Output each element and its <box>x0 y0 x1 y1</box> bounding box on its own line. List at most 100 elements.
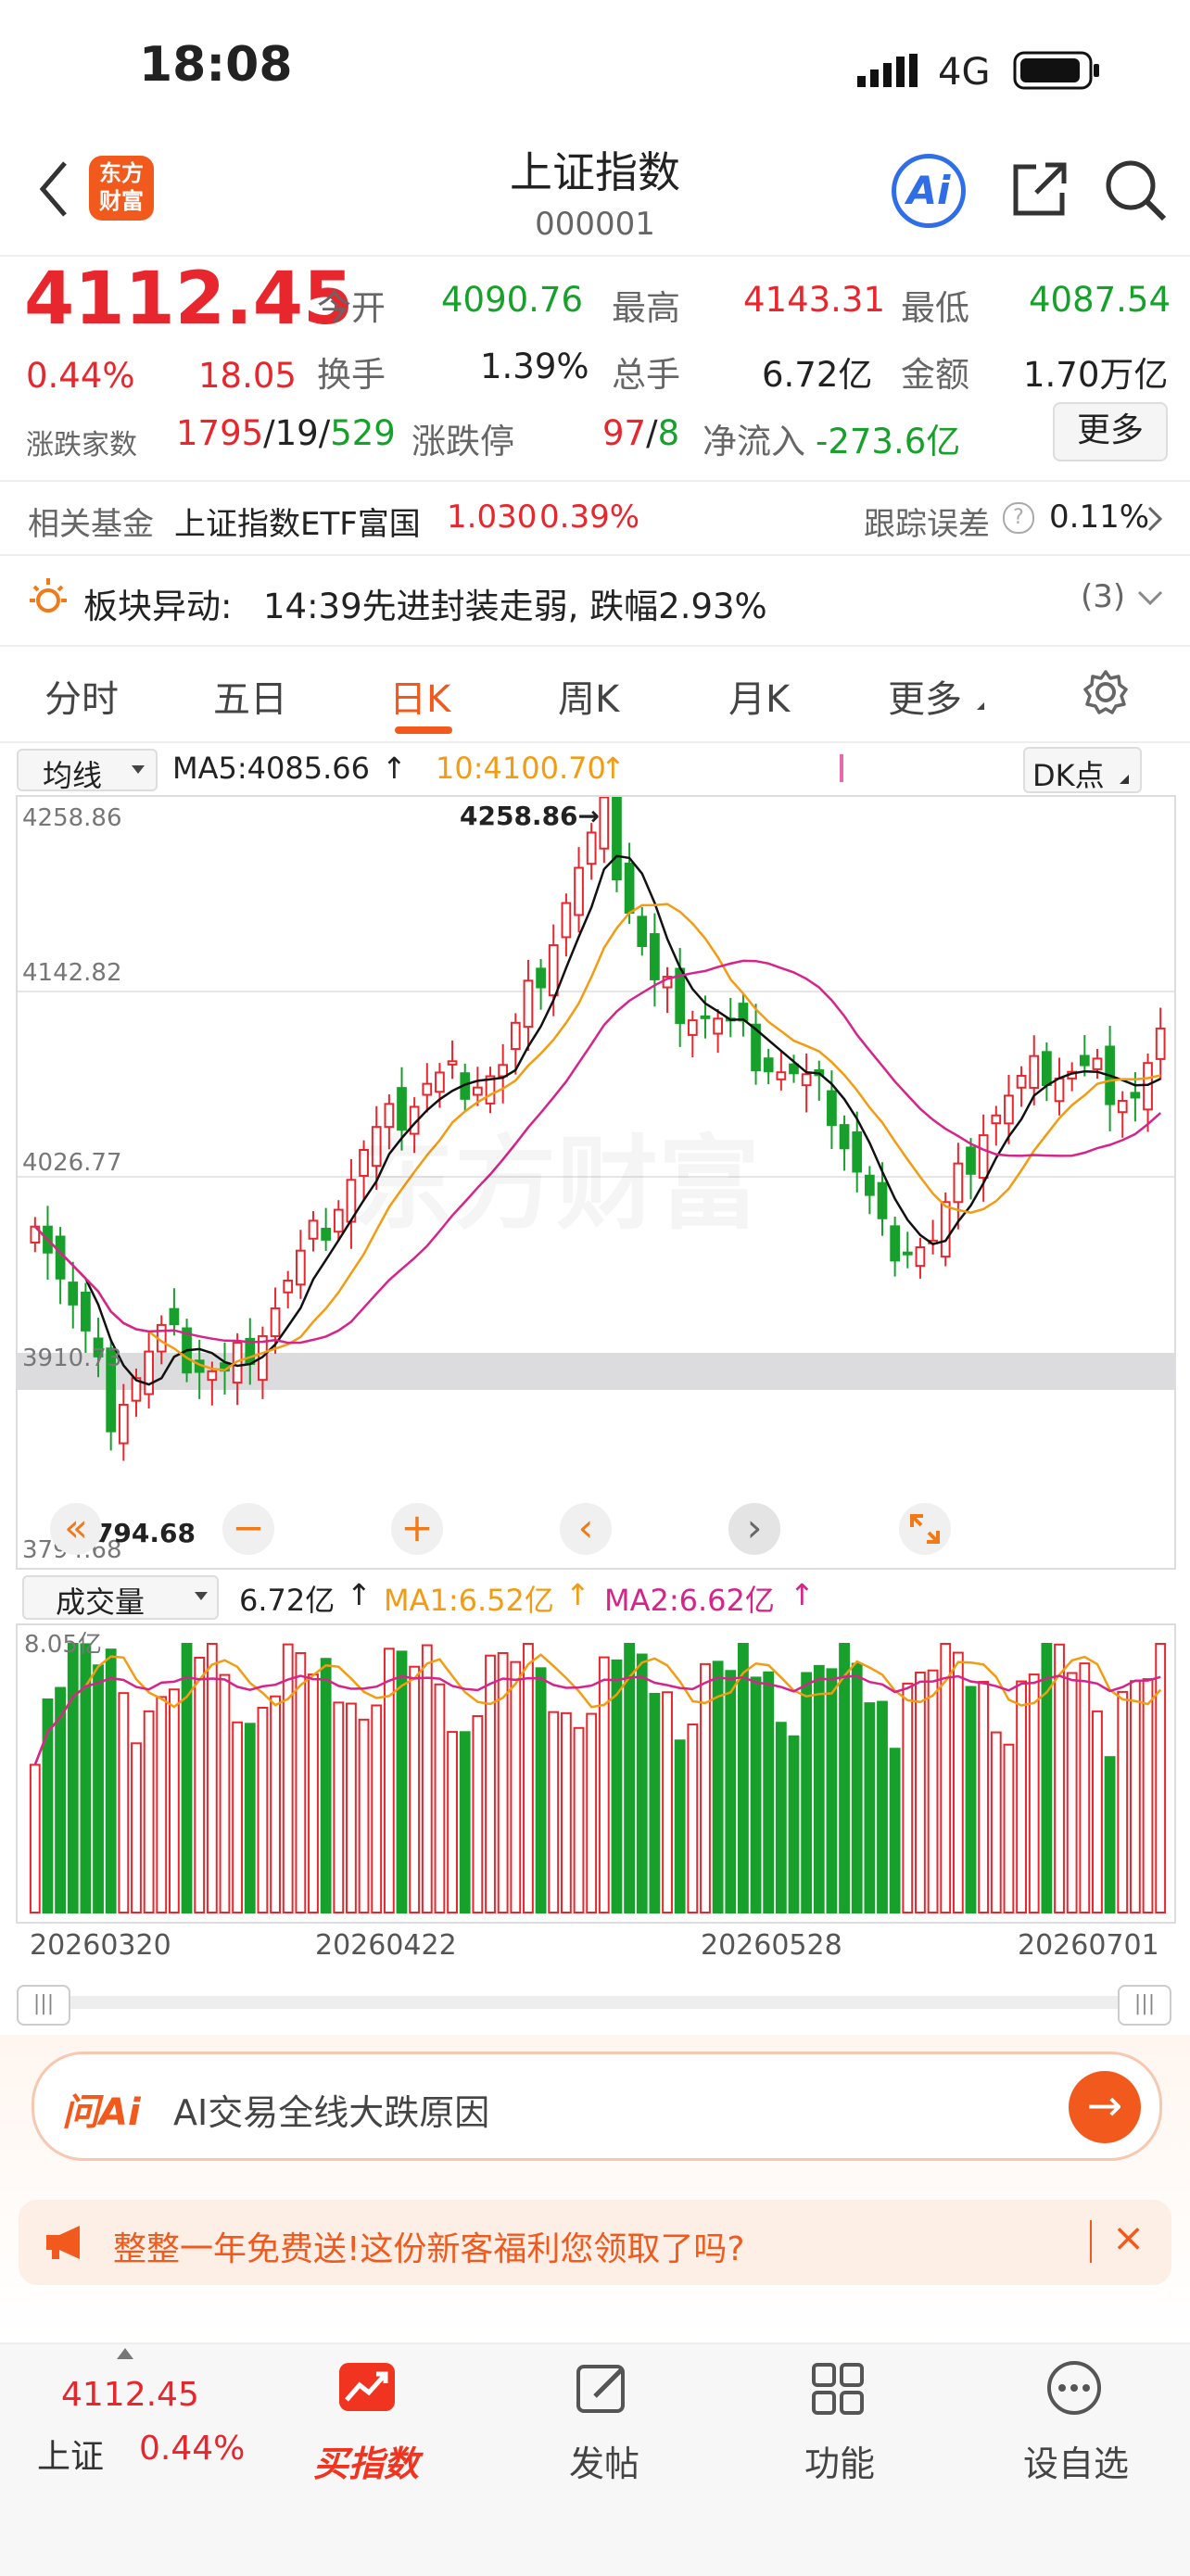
volume-select[interactable]: 成交量 <box>22 1575 219 1620</box>
volume-bar-up <box>156 1696 168 1913</box>
nav-index-price[interactable]: 4112.45 <box>61 2376 199 2414</box>
volume-bar-up <box>1066 1672 1078 1914</box>
candle-up <box>473 1086 483 1096</box>
limit-up: 97 <box>602 413 647 453</box>
nav-add-watch[interactable]: 设自选 <box>1023 2435 1129 2486</box>
zoom-in-button[interactable]: + <box>391 1503 443 1555</box>
share-icon[interactable] <box>1008 159 1070 224</box>
candle-up <box>776 1071 787 1080</box>
close-icon[interactable]: × <box>1112 2215 1145 2260</box>
volume-bar-up <box>927 1669 939 1913</box>
volume-bar-up <box>434 1683 446 1914</box>
tab-weekly-k[interactable]: 周K <box>558 669 619 723</box>
promo-banner[interactable]: 整整一年免费送!这份新客福利您领取了吗? × <box>19 2200 1171 2285</box>
search-icon[interactable] <box>1103 158 1168 226</box>
candle-down <box>890 1225 901 1262</box>
volume-bar-down <box>826 1668 838 1913</box>
volume-bar-up <box>1003 1743 1015 1913</box>
signal-icon <box>857 54 922 91</box>
ma-select[interactable]: 均线 <box>17 749 158 793</box>
candle-up <box>295 1249 306 1286</box>
volume-bar-down <box>636 1653 648 1913</box>
zoom-out-button[interactable]: − <box>222 1503 274 1555</box>
volume-bar-down <box>965 1686 977 1913</box>
volume-bar-down <box>864 1702 876 1914</box>
sep: / <box>646 413 658 453</box>
help-icon[interactable]: ? <box>1003 502 1034 534</box>
candle-down <box>902 1251 913 1256</box>
gear-icon[interactable] <box>1082 669 1129 719</box>
candle-up <box>1054 1077 1065 1103</box>
range-scrollbar[interactable] <box>19 1996 1168 2009</box>
candle-up <box>687 1019 698 1036</box>
volume-bar-down <box>320 1658 332 1913</box>
volume-bar-down <box>396 1650 408 1914</box>
volume-bar-up <box>1028 1673 1040 1913</box>
sep: / <box>263 413 275 453</box>
nav-post[interactable]: 发帖 <box>569 2435 639 2486</box>
candle-up <box>801 1073 812 1087</box>
fullscreen-icon[interactable] <box>899 1503 951 1555</box>
volume-bar-down <box>877 1700 888 1914</box>
open-label: 今开 <box>317 288 386 328</box>
tab-monthly-k[interactable]: 月K <box>728 669 790 723</box>
more-dots-icon[interactable] <box>1045 2359 1103 2420</box>
buy-index-icon[interactable] <box>337 2361 397 2420</box>
chevron-down-icon[interactable] <box>1136 589 1164 612</box>
candle-up <box>1016 1075 1027 1089</box>
candle-up <box>599 797 610 850</box>
range-handle-left[interactable]: ||| <box>17 1985 70 2026</box>
volume-label: 总手 <box>612 355 680 395</box>
nav-index-name[interactable]: 上证 <box>37 2430 104 2478</box>
arrow-right-icon[interactable]: → <box>1069 2071 1141 2143</box>
pan-left-button[interactable]: ‹ <box>560 1503 612 1555</box>
nav-buy-index[interactable]: 买指数 <box>313 2435 419 2486</box>
volume-bar-down <box>737 1643 749 1913</box>
volume-bar-up <box>409 1665 421 1914</box>
tab-five-day[interactable]: 五日 <box>213 669 287 723</box>
volume-bar-up <box>548 1711 560 1913</box>
netflow-value: -273.6亿 <box>816 422 961 461</box>
ai-question-bar[interactable]: 问Ai AI交易全线大跌原因 → <box>32 2052 1162 2161</box>
grid-function-icon[interactable] <box>810 2361 866 2420</box>
volume-value: 6.72亿 <box>762 355 873 395</box>
ma10-up-arrow: ↑ <box>601 751 626 786</box>
amount-label: 金额 <box>901 355 969 395</box>
candle-down <box>1079 1054 1090 1067</box>
volume-ma2: MA2:6.62亿 <box>604 1583 775 1618</box>
volume-bar-down <box>1041 1643 1053 1913</box>
ai-button[interactable]: Ai <box>892 154 966 228</box>
megaphone-icon <box>46 2226 80 2259</box>
candle-up <box>991 1114 1002 1125</box>
tab-daily-k[interactable]: 日K <box>389 669 450 723</box>
dk-label: DK点 <box>1032 758 1105 793</box>
range-handle-right[interactable]: ||| <box>1118 1985 1171 2026</box>
candle-down <box>650 933 660 980</box>
candle-down <box>839 1124 850 1150</box>
volume-bar-down <box>459 1731 471 1913</box>
volume-bar-up <box>687 1724 699 1913</box>
x-tick-2: 20260422 <box>315 1929 457 1962</box>
volume-bar-up <box>1079 1662 1091 1913</box>
nav-function[interactable]: 功能 <box>804 2435 875 2486</box>
dropdown-arrow-icon <box>195 1592 208 1600</box>
tab-intraday[interactable]: 分时 <box>44 669 119 723</box>
scroll-left-far-icon[interactable]: « <box>50 1503 102 1555</box>
candle-down <box>852 1131 863 1173</box>
volume-bar-down <box>851 1662 863 1913</box>
ma-select-label: 均线 <box>43 758 103 793</box>
volume-bar-up <box>978 1681 990 1914</box>
volume-chart[interactable] <box>16 1623 1176 1924</box>
network-type: 4G <box>938 51 991 94</box>
tab-more[interactable]: 更多 <box>888 669 962 723</box>
edit-post-icon[interactable] <box>575 2361 630 2420</box>
more-button[interactable]: 更多 <box>1053 402 1168 461</box>
updown-label: 涨跌家数 <box>26 429 137 461</box>
turnover-label: 换手 <box>317 355 386 395</box>
nav-index-pct[interactable]: 0.44% <box>139 2430 245 2468</box>
candle-up <box>1117 1100 1128 1114</box>
volume-bar-down <box>750 1676 762 1913</box>
dk-point-select[interactable]: DK点 <box>1023 747 1142 793</box>
pan-right-button[interactable]: › <box>728 1503 780 1555</box>
ma10-value: 10:4100.70 <box>436 751 606 786</box>
